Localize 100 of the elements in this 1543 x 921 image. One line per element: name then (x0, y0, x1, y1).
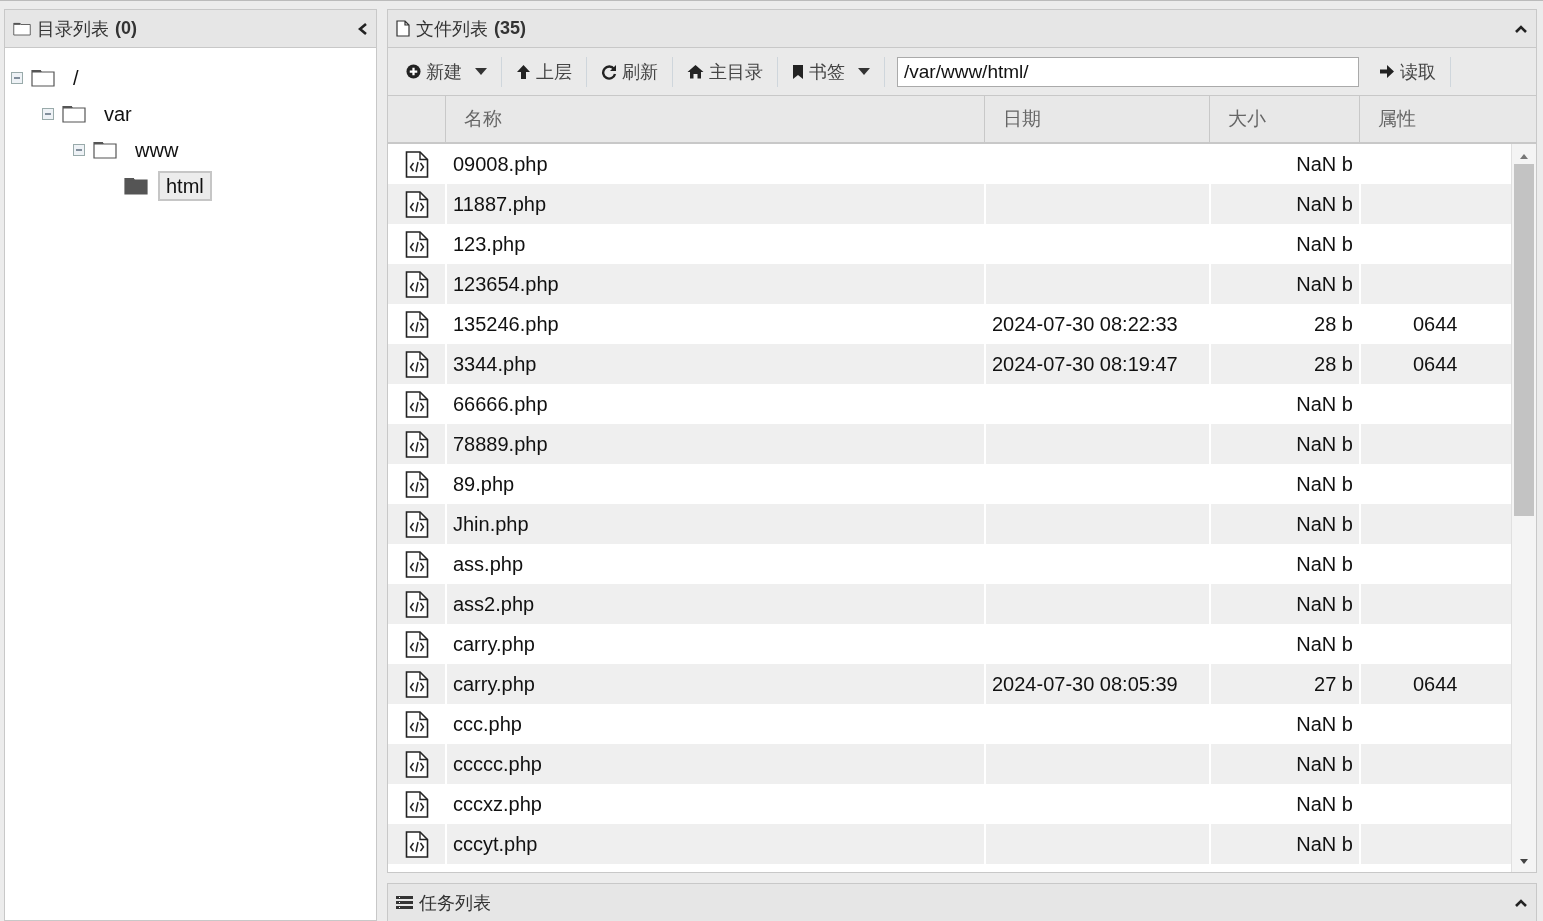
new-button[interactable]: 新建 (396, 53, 497, 90)
item-count: (35) (494, 18, 526, 39)
bookmark-button[interactable]: 书签 (782, 53, 880, 90)
date-cell: 2024-07-30 08:19:47 (992, 352, 1178, 376)
size-cell: NaN b (1296, 232, 1353, 256)
size-cell: NaN b (1296, 512, 1353, 536)
code-file-icon (404, 430, 429, 458)
size-cell: 27 b (1314, 672, 1353, 696)
bookmark-icon (792, 63, 804, 80)
size-cell: NaN b (1296, 192, 1353, 216)
date-cell: 2024-07-30 08:05:39 (992, 672, 1178, 696)
filled-folder-icon (124, 177, 148, 195)
file-name: ccccc.php (453, 752, 542, 776)
size-cell: NaN b (1296, 712, 1353, 736)
size-cell: NaN b (1296, 392, 1353, 416)
code-file-icon (404, 750, 429, 778)
code-file-icon (404, 670, 429, 698)
size-cell: NaN b (1296, 272, 1353, 296)
column-header[interactable]: 日期 (984, 96, 1209, 142)
file-name: ccc.php (453, 712, 522, 736)
size-cell: 28 b (1314, 312, 1353, 336)
size-cell: NaN b (1296, 432, 1353, 456)
path-field[interactable]: /var/www/html/ (897, 56, 1359, 87)
up-button[interactable]: 上层 (506, 53, 582, 90)
collapse-chevron-icon[interactable] (1514, 23, 1528, 34)
size-cell: NaN b (1296, 592, 1353, 616)
code-file-icon (404, 150, 429, 178)
size-cell: NaN b (1296, 152, 1353, 176)
item-count: (0) (115, 18, 137, 39)
file-name: 123654.php (453, 272, 559, 296)
size-cell: NaN b (1296, 552, 1353, 576)
permission-cell: 0644 (1413, 352, 1458, 376)
code-file-icon (404, 630, 429, 658)
code-file-icon (404, 470, 429, 498)
code-file-icon (404, 190, 429, 218)
file-name: 135246.php (453, 312, 559, 336)
size-cell: NaN b (1296, 792, 1353, 816)
folder-icon (62, 105, 86, 123)
permission-cell: 0644 (1413, 672, 1458, 696)
file-name: 09008.php (453, 152, 548, 176)
tree-item[interactable]: / (65, 63, 87, 93)
scroll-down-icon[interactable] (1519, 858, 1529, 866)
code-file-icon (404, 510, 429, 538)
code-file-icon (404, 590, 429, 618)
scroll-up-icon[interactable] (1519, 152, 1529, 160)
file-name: ass.php (453, 552, 524, 576)
code-file-icon (404, 350, 429, 378)
code-file-icon (404, 790, 429, 818)
home-icon (687, 64, 704, 79)
folder-icon (93, 141, 117, 159)
up-arrow-icon (516, 63, 531, 80)
collapse-chevron-icon[interactable] (358, 21, 368, 36)
collapse-chevron-icon[interactable] (1514, 897, 1528, 908)
file-name: 11887.php (453, 192, 547, 216)
refresh-button[interactable]: 刷新 (591, 53, 668, 90)
file-name: ass2.php (453, 592, 535, 616)
tree-item[interactable]: html (158, 171, 212, 201)
folder-outline-icon (13, 21, 31, 36)
code-file-icon (404, 270, 429, 298)
folder-icon (31, 69, 55, 87)
collapse-toggle-icon[interactable] (11, 72, 23, 84)
file-name: 66666.php (453, 392, 548, 416)
code-file-icon (404, 550, 429, 578)
tree-item[interactable]: www (127, 135, 187, 165)
file-name: cccyt.php (453, 832, 538, 856)
column-header[interactable]: 大小 (1209, 96, 1359, 142)
size-cell: NaN b (1296, 632, 1353, 656)
file-name: Jhin.php (453, 512, 529, 536)
code-file-icon (404, 390, 429, 418)
collapse-toggle-icon[interactable] (42, 108, 54, 120)
code-file-icon (404, 310, 429, 338)
file-name: 78889.php (453, 432, 548, 456)
tree-item[interactable]: var (96, 99, 140, 129)
date-cell: 2024-07-30 08:22:33 (992, 312, 1178, 336)
code-file-icon (404, 230, 429, 258)
file-name: carry.php (453, 632, 535, 656)
list-icon (396, 895, 413, 910)
size-cell: 28 b (1314, 352, 1353, 376)
panel-title: 文件列表 (416, 17, 488, 41)
code-file-icon (404, 710, 429, 738)
panel-title: 目录列表 (37, 17, 109, 41)
document-icon (396, 20, 410, 37)
size-cell: NaN b (1296, 832, 1353, 856)
column-header[interactable]: 属性 (1359, 96, 1536, 142)
scrollbar[interactable] (1511, 144, 1536, 872)
file-name: 89.php (453, 472, 515, 496)
column-header[interactable]: 名称 (445, 96, 984, 142)
file-name: 3344.php (453, 352, 537, 376)
refresh-icon (601, 63, 617, 80)
permission-cell: 0644 (1413, 312, 1458, 336)
read-button[interactable]: 读取 (1369, 53, 1446, 90)
size-cell: NaN b (1296, 752, 1353, 776)
file-name: cccxz.php (453, 792, 542, 816)
plus-circle-icon (406, 64, 421, 79)
right-arrow-icon (1379, 64, 1395, 79)
size-cell: NaN b (1296, 472, 1353, 496)
file-name: 123.php (453, 232, 526, 256)
home-button[interactable]: 主目录 (677, 53, 773, 90)
panel-title: 任务列表 (419, 891, 491, 915)
collapse-toggle-icon[interactable] (73, 144, 85, 156)
